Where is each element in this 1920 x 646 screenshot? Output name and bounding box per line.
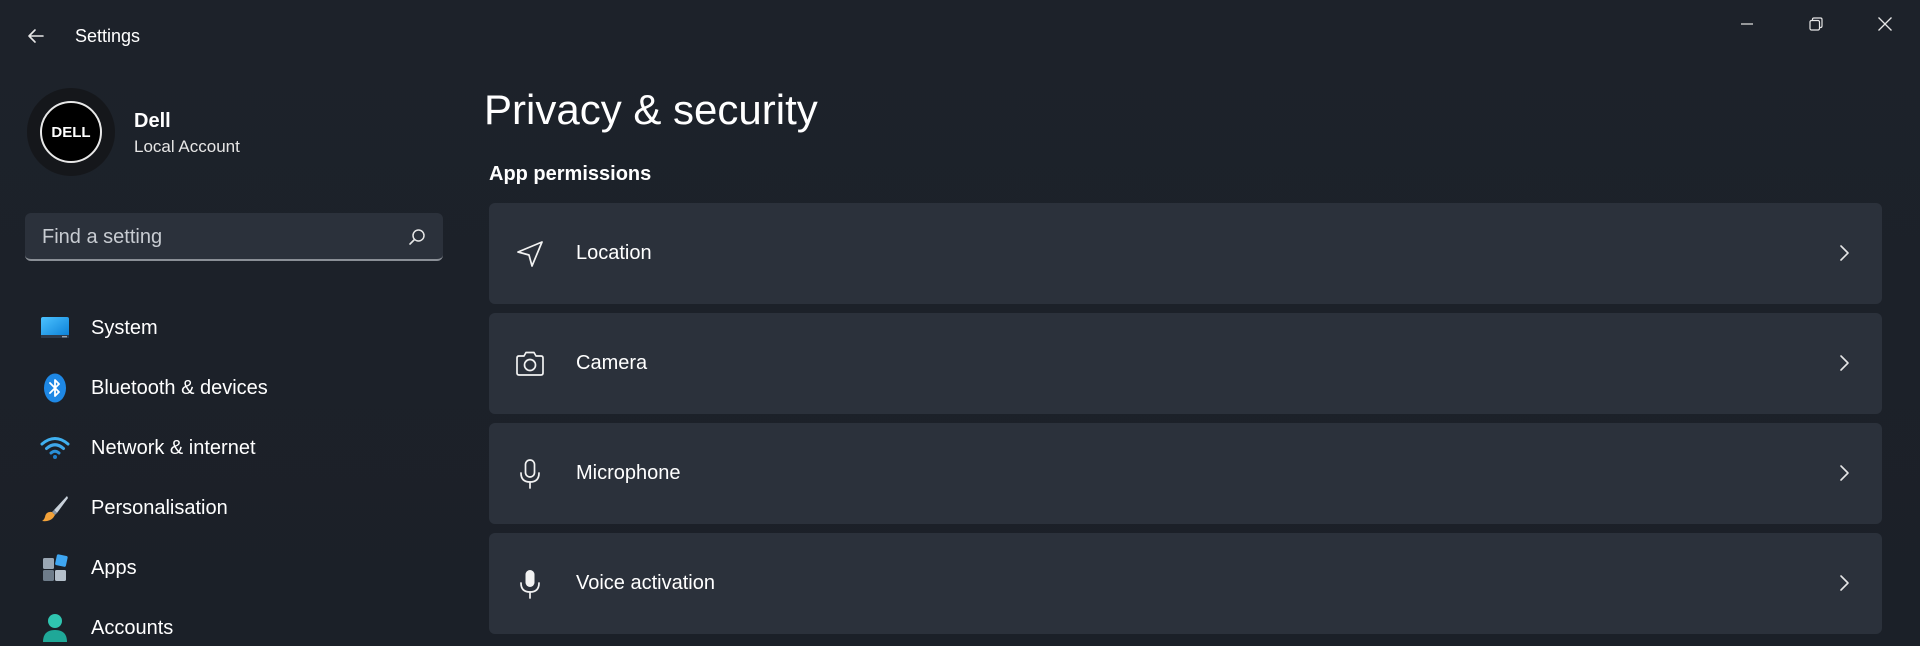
card-label: Microphone	[576, 462, 681, 484]
minimize-button[interactable]	[1712, 4, 1782, 44]
card-label: Voice activation	[576, 572, 715, 594]
search-icon[interactable]	[407, 227, 427, 247]
chevron-right-icon	[1840, 465, 1849, 481]
sidebar-item-network-internet[interactable]: Network & internet	[30, 418, 450, 478]
permission-list: Location Camera Microphone Voice activat…	[489, 203, 1882, 643]
sidebar-item-label: Apps	[91, 556, 137, 579]
card-microphone[interactable]: Microphone	[489, 423, 1882, 524]
search-placeholder: Find a setting	[42, 226, 163, 248]
search-input[interactable]: Find a setting	[25, 213, 443, 261]
settings-window: Settings DELL Dell Local Account Find a …	[0, 0, 1920, 646]
sidebar-nav: System Bluetooth & devices Network & int…	[30, 298, 450, 646]
sidebar-item-bluetooth-devices[interactable]: Bluetooth & devices	[30, 358, 450, 418]
chevron-right-icon	[1840, 575, 1849, 591]
apps-icon	[40, 553, 70, 583]
restore-icon	[1809, 17, 1823, 31]
account-type: Local Account	[134, 137, 240, 156]
sidebar-item-label: System	[91, 316, 158, 339]
bluetooth-icon	[40, 373, 70, 403]
system-monitor-icon	[40, 313, 70, 343]
wifi-icon	[40, 433, 70, 463]
card-camera[interactable]: Camera	[489, 313, 1882, 414]
sidebar-item-label: Bluetooth & devices	[91, 376, 268, 399]
back-arrow-icon	[28, 29, 44, 43]
accounts-icon	[40, 613, 70, 643]
app-title: Settings	[75, 26, 141, 46]
sidebar-item-system[interactable]: System	[30, 298, 450, 358]
page-title: Privacy & security	[484, 86, 818, 133]
camera-icon	[513, 347, 547, 381]
restore-button[interactable]	[1781, 4, 1851, 44]
sidebar-item-label: Personalisation	[91, 496, 228, 519]
chevron-right-icon	[1840, 245, 1849, 261]
sidebar-item-label: Accounts	[91, 616, 174, 639]
close-icon	[1878, 17, 1892, 31]
sidebar-item-personalisation[interactable]: Personalisation	[30, 478, 450, 538]
card-label: Location	[576, 242, 652, 264]
section-title: App permissions	[489, 163, 652, 185]
chevron-right-icon	[1840, 355, 1849, 371]
card-location[interactable]: Location	[489, 203, 1882, 304]
sidebar-item-apps[interactable]: Apps	[30, 538, 450, 598]
profile-name: Dell	[134, 110, 171, 132]
card-voice-activation[interactable]: Voice activation	[489, 533, 1882, 634]
dell-logo: DELL	[40, 101, 102, 163]
title-bar: Settings	[0, 0, 1920, 72]
avatar[interactable]: DELL	[27, 88, 115, 176]
card-label: Camera	[576, 352, 648, 374]
microphone-icon	[513, 457, 547, 491]
sidebar-item-accounts[interactable]: Accounts	[30, 598, 450, 646]
paintbrush-icon	[40, 493, 70, 523]
close-button[interactable]	[1850, 4, 1920, 44]
location-icon	[513, 237, 547, 271]
back-button[interactable]	[18, 18, 54, 54]
sidebar-item-label: Network & internet	[91, 436, 256, 459]
voice-activation-icon	[513, 567, 547, 601]
minimize-icon	[1741, 23, 1753, 25]
